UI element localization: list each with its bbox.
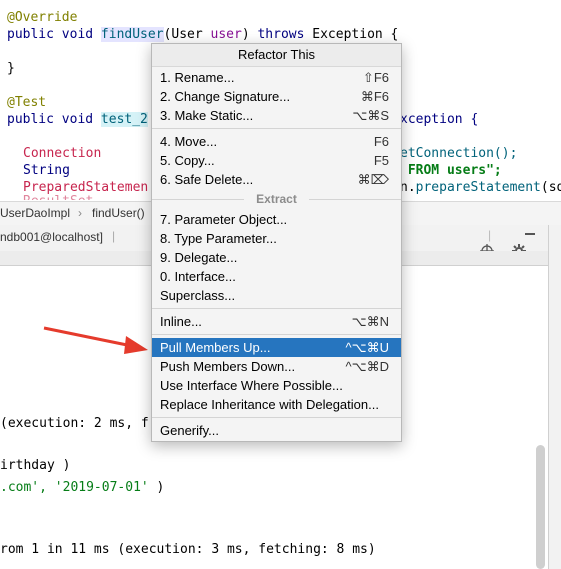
code-line-brace: } bbox=[7, 61, 15, 76]
menu-separator bbox=[152, 417, 401, 418]
breadcrumb-separator: › bbox=[78, 206, 82, 220]
menu-item-inline[interactable]: Inline... ⌥⌘N bbox=[152, 312, 401, 331]
code-line-method-signature: public void findUser(User user) throws E… bbox=[7, 27, 399, 42]
menu-item-safe-delete[interactable]: 6. Safe Delete... ⌘⌦ bbox=[152, 170, 401, 189]
code-line-connection-tail: etConnection(); bbox=[400, 146, 518, 161]
menu-item-change-signature[interactable]: 2. Change Signature... ⌘F6 bbox=[152, 87, 401, 106]
code-line-string: String bbox=[23, 163, 70, 178]
code-line-cut: ResultSet bbox=[23, 193, 93, 200]
menu-item-parameter-object[interactable]: 7. Parameter Object... bbox=[152, 210, 401, 229]
red-arrow-annotation bbox=[40, 322, 152, 360]
menu-item-replace-inheritance[interactable]: Replace Inheritance with Delegation... bbox=[152, 395, 401, 414]
minimize-icon[interactable] bbox=[525, 233, 535, 235]
code-line-annotation: @Override bbox=[7, 10, 78, 25]
menu-separator bbox=[152, 128, 401, 129]
breadcrumb-item-class[interactable]: UserDaoImpl bbox=[0, 206, 70, 220]
refactor-this-popup: Refactor This 1. Rename... ⇧F6 2. Change … bbox=[151, 43, 402, 442]
popup-title: Refactor This bbox=[152, 44, 401, 67]
menu-item-push-members-down[interactable]: Push Members Down... ^⌥⌘D bbox=[152, 357, 401, 376]
scrollbar-thumb[interactable] bbox=[536, 445, 545, 569]
menu-item-make-static[interactable]: 3. Make Static... ⌥⌘S bbox=[152, 106, 401, 125]
menu-item-copy[interactable]: 5. Copy... F5 bbox=[152, 151, 401, 170]
code-line-test-annotation: @Test bbox=[7, 95, 47, 110]
menu-item-use-interface[interactable]: Use Interface Where Possible... bbox=[152, 376, 401, 395]
menu-item-pull-members-up[interactable]: Pull Members Up... ^⌥⌘U bbox=[152, 338, 401, 357]
toolbar-divider: | bbox=[488, 228, 492, 242]
right-tool-strip bbox=[548, 225, 561, 569]
code-line-test-tail: xception { bbox=[400, 112, 479, 127]
tab-separator: | bbox=[112, 229, 116, 243]
console-line: (execution: 2 ms, f bbox=[0, 416, 149, 431]
menu-separator bbox=[152, 308, 401, 309]
menu-item-interface[interactable]: 0. Interface... bbox=[152, 267, 401, 286]
code-line-string-tail: FROM users"; bbox=[400, 163, 502, 178]
breadcrumb-item-method[interactable]: findUser() bbox=[92, 206, 145, 220]
console-line-values: .com', '2019-07-01' ) bbox=[0, 480, 165, 495]
tool-window-tab[interactable]: ndb001@localhost] bbox=[0, 230, 103, 244]
menu-separator bbox=[152, 334, 401, 335]
menu-item-rename[interactable]: 1. Rename... ⇧F6 bbox=[152, 68, 401, 87]
code-line-connection: Connection bbox=[23, 146, 102, 161]
method-name-finduser: findUser bbox=[100, 27, 164, 42]
menu-item-generify[interactable]: Generify... bbox=[152, 421, 401, 440]
console-line: irthday ) bbox=[0, 458, 71, 473]
menu-item-superclass[interactable]: Superclass... bbox=[152, 286, 401, 305]
console-line: rom 1 in 11 ms (execution: 3 ms, fetchin… bbox=[0, 542, 376, 557]
code-line-test-signature: public void test_2 bbox=[7, 112, 148, 127]
menu-item-delegate[interactable]: 9. Delegate... bbox=[152, 248, 401, 267]
menu-section-extract: Extract bbox=[152, 190, 401, 209]
code-line-prepared-tail: n.prepareStatement(sq bbox=[400, 180, 561, 195]
menu-item-type-parameter[interactable]: 8. Type Parameter... bbox=[152, 229, 401, 248]
menu-item-move[interactable]: 4. Move... F6 bbox=[152, 132, 401, 151]
